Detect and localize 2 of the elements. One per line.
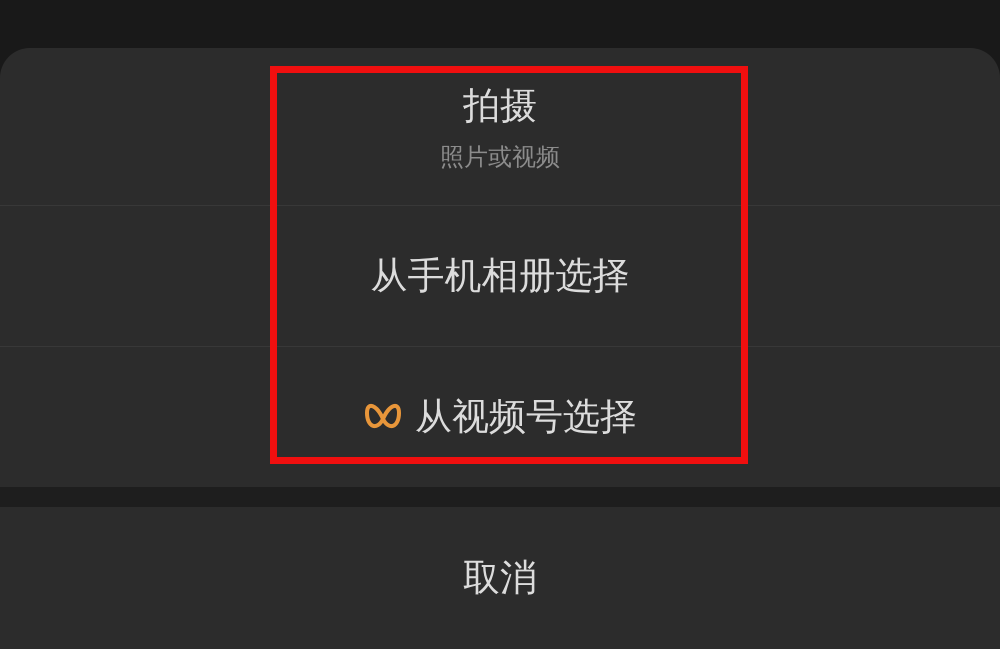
action-option[interactable]: 从手机相册选择 — [0, 205, 1000, 346]
action-option[interactable]: 拍摄 照片或视频 — [0, 48, 1000, 205]
